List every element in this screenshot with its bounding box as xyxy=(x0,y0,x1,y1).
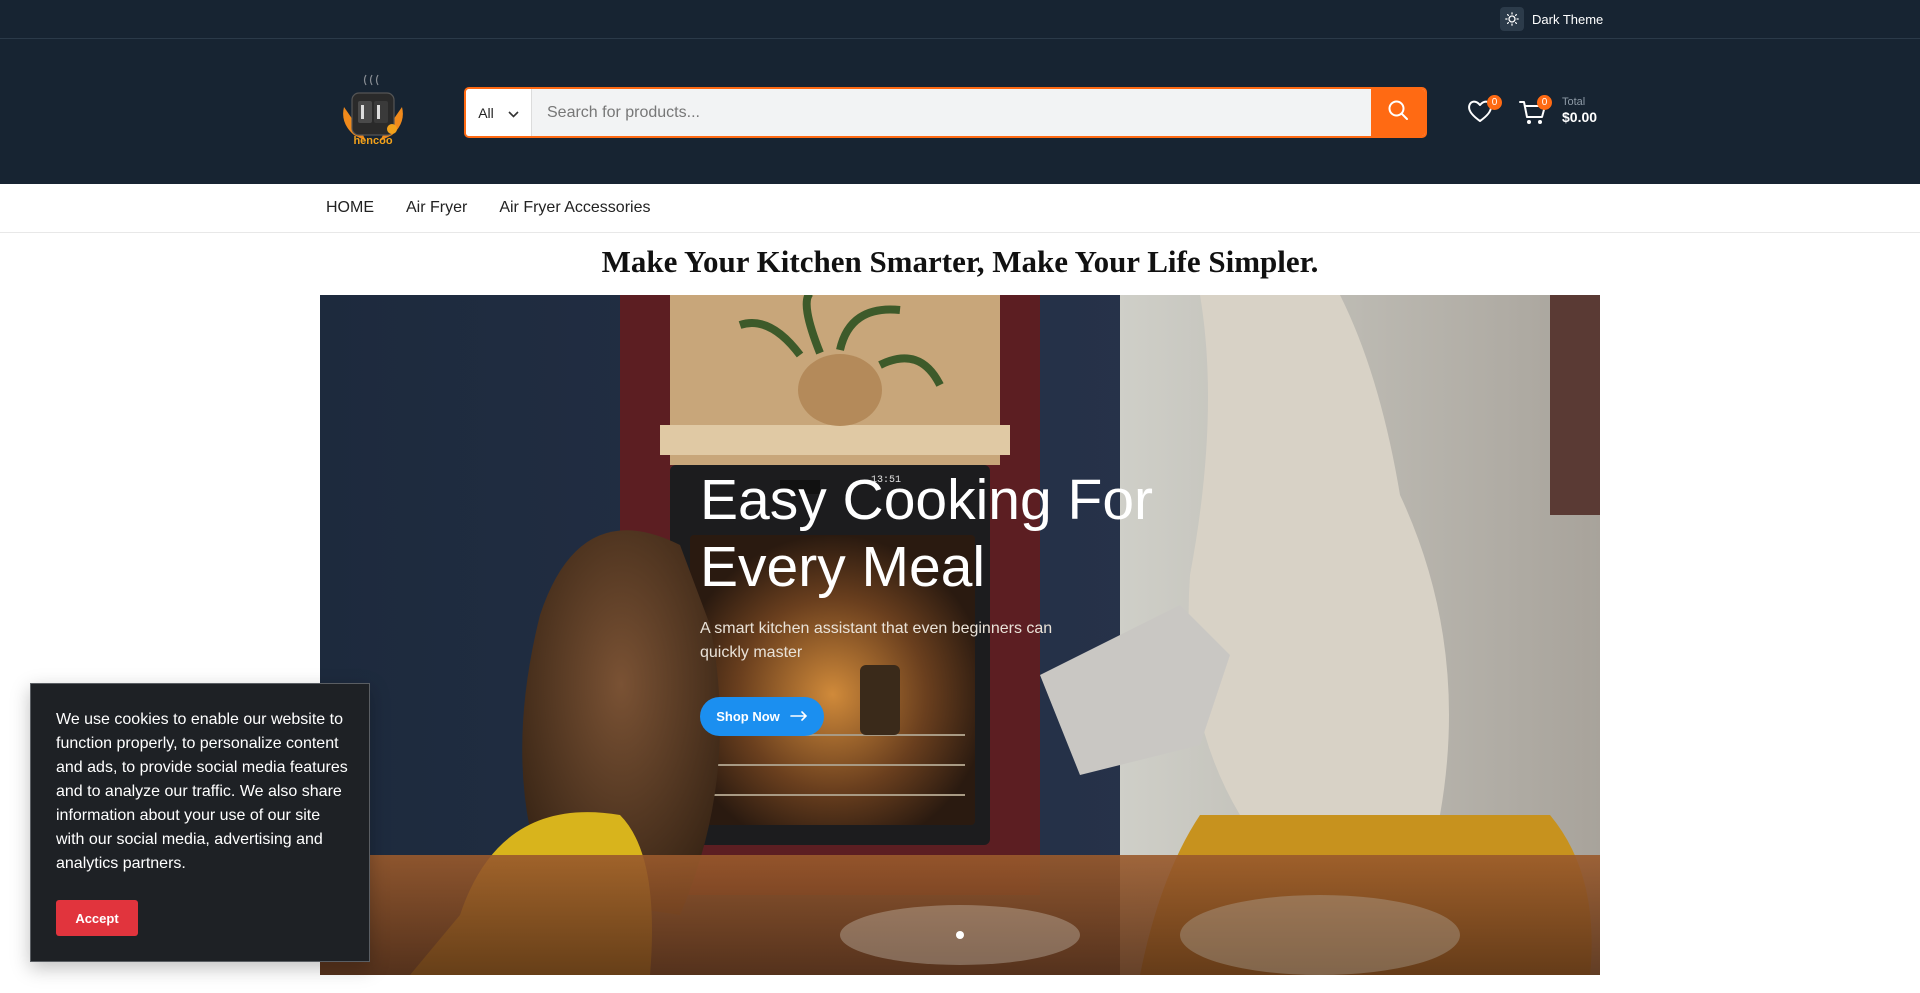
hero-title-line-1: Easy Cooking For xyxy=(700,468,1154,532)
heart-icon xyxy=(1466,100,1494,129)
nav-item-air-fryer-accessories[interactable]: Air Fryer Accessories xyxy=(499,199,650,217)
wishlist-button[interactable]: 0 xyxy=(1466,95,1502,129)
accept-cookies-button[interactable]: Accept xyxy=(56,900,138,936)
sun-icon xyxy=(1500,7,1524,31)
site-logo[interactable]: hencoo xyxy=(330,73,416,153)
shop-now-label: Shop Now xyxy=(716,709,780,724)
hero-title-line-2: Every Meal xyxy=(700,535,986,599)
cart-total-label: Total xyxy=(1562,96,1586,108)
theme-label: Dark Theme xyxy=(1532,11,1604,27)
search-button[interactable] xyxy=(1371,89,1425,136)
search-input[interactable] xyxy=(532,89,1371,136)
arrow-right-icon xyxy=(789,709,808,724)
cart-count-badge: 0 xyxy=(1537,95,1552,110)
cookie-banner: We use cookies to enable our website to … xyxy=(30,683,370,962)
search-bar: All xyxy=(464,87,1427,138)
cart-total-value: $0.00 xyxy=(1562,109,1598,125)
cart-icon xyxy=(1518,101,1548,131)
chevron-down-icon xyxy=(508,105,519,121)
top-bar: Dark Theme xyxy=(0,0,1920,39)
shop-now-button[interactable]: Shop Now xyxy=(700,697,824,736)
main-header: hencoo All 0 0 Total $0.00 xyxy=(0,39,1920,184)
cart-button[interactable]: 0 xyxy=(1518,95,1552,127)
wishlist-count-badge: 0 xyxy=(1487,95,1502,110)
category-select[interactable]: All xyxy=(466,89,532,136)
hero-subtitle: A smart kitchen assistant that even begi… xyxy=(700,620,1053,661)
slider-dot[interactable] xyxy=(956,931,964,939)
nav-item-air-fryer[interactable]: Air Fryer xyxy=(406,199,467,217)
hero-title: Easy Cooking For Every Meal xyxy=(700,467,1220,601)
cart-total[interactable]: Total $0.00 xyxy=(1562,96,1597,125)
logo-text: hencoo xyxy=(353,135,393,147)
nav-item-home[interactable]: HOME xyxy=(326,199,374,217)
hero-slider: Easy Cooking For Every Meal 13:51 A smar… xyxy=(320,295,1600,975)
main-nav: HOME Air Fryer Air Fryer Accessories xyxy=(0,184,1920,233)
theme-toggle[interactable]: Dark Theme xyxy=(1500,7,1603,31)
category-select-value: All xyxy=(478,104,494,121)
page-headline: Make Your Kitchen Smarter, Make Your Lif… xyxy=(601,244,1319,279)
oven-clock: 13:51 xyxy=(871,475,902,486)
search-icon xyxy=(1387,99,1409,126)
cookie-text: We use cookies to enable our website to … xyxy=(56,711,348,872)
